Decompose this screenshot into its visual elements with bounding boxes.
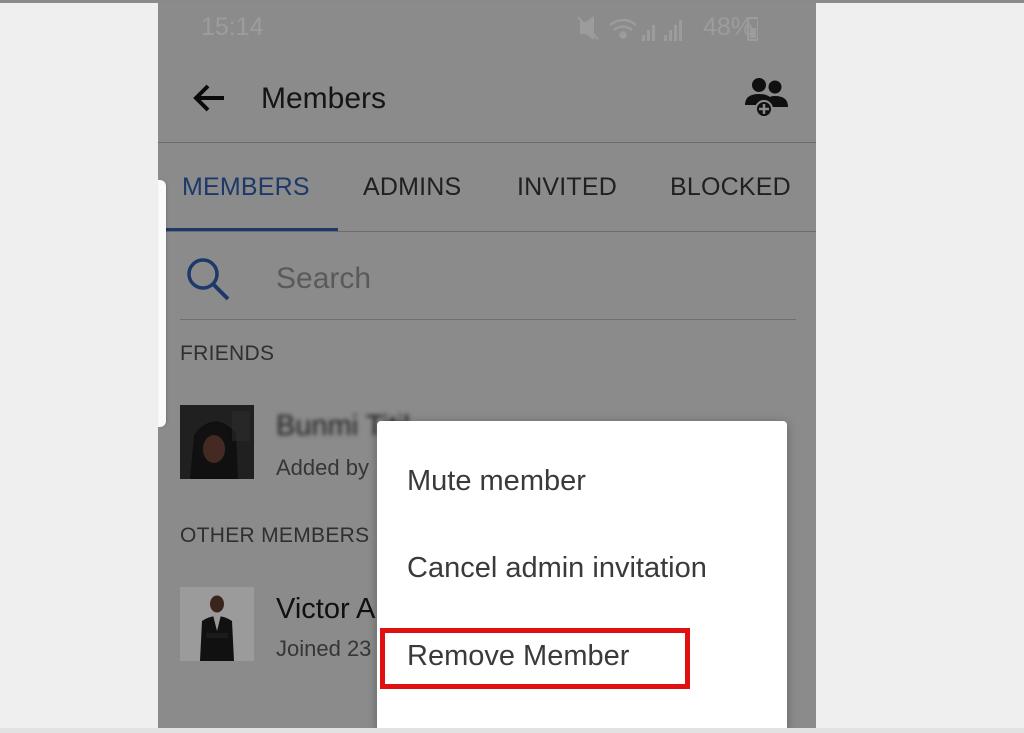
phone-screen: 15:14 48% Members MEMBERS ADMINS INVITED… bbox=[158, 3, 816, 728]
menu-item-cancel-admin-invitation[interactable]: Cancel admin invitation bbox=[407, 552, 707, 585]
window-bottom-border bbox=[0, 728, 1024, 733]
menu-item-mute-member[interactable]: Mute member bbox=[407, 465, 586, 498]
edge-panel-handle[interactable] bbox=[158, 180, 166, 427]
highlight-annotation bbox=[380, 628, 690, 689]
